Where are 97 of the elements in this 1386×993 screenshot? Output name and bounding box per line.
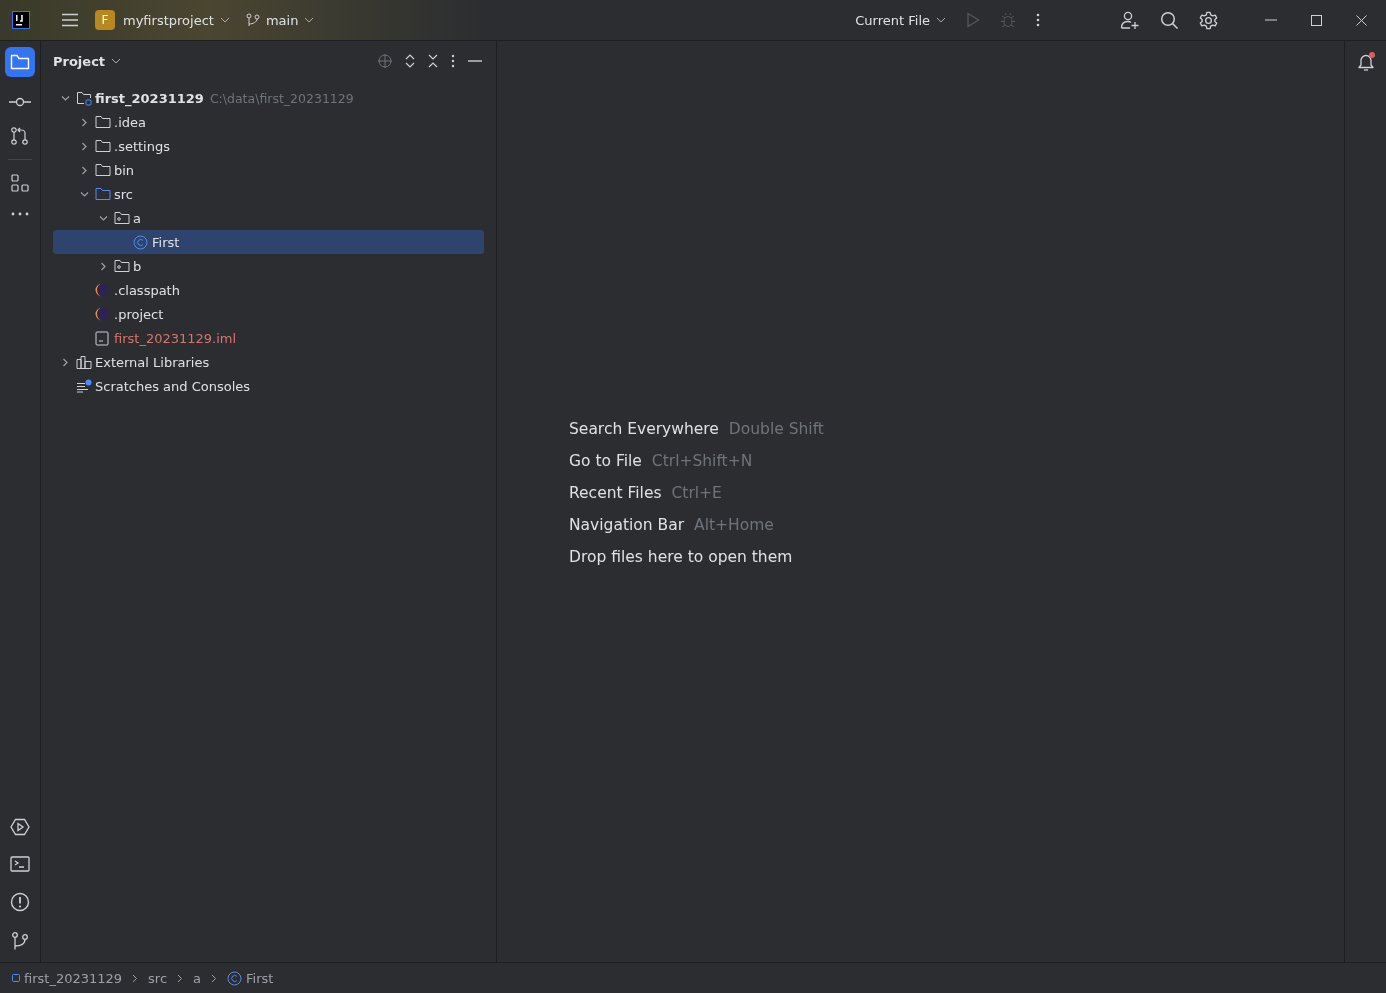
tree-item[interactable]: b [53,254,484,278]
tree-item[interactable]: .classpath [53,278,484,302]
path-hint: C:\data\first_20231129 [209,90,354,106]
project-selector[interactable]: F myfirstproject [89,6,236,34]
project-view-selector[interactable]: Project [47,49,128,73]
close-icon[interactable] [1356,14,1367,26]
chevron-down-icon[interactable] [98,213,108,223]
tree-item[interactable]: .project [53,302,484,326]
run-services-icon[interactable] [10,818,30,836]
tree-item-label: first_20231129 [95,90,204,106]
library-icon [76,355,92,369]
chevron-right-icon[interactable] [98,261,108,271]
caret-icon [219,17,230,23]
breadcrumb[interactable]: first_20231129 [8,967,127,989]
settings-icon[interactable] [1199,10,1218,30]
project-badge: F [95,10,115,30]
tree-item[interactable]: External Libraries [53,350,484,374]
shortcut-text: Alt+Home [694,515,774,534]
tree-item[interactable]: first_20231129 C:\data\first_20231129 [53,86,484,110]
folder-icon [95,139,111,153]
pull-request-icon[interactable] [10,127,30,145]
tree-item[interactable]: first_20231129.iml [53,326,484,350]
tree-item-label: a [133,210,141,226]
folder-icon [10,54,30,70]
shortcut-text: Ctrl+Shift+N [651,451,753,470]
folder-icon [95,163,111,177]
chevron-right-icon[interactable] [79,141,89,151]
chevron-down-icon[interactable] [60,93,70,103]
tree-item[interactable]: bin [53,158,484,182]
chevron-right-icon [211,973,218,983]
chevron-down-icon[interactable] [79,189,89,199]
tree-item-label: Scratches and Consoles [95,378,251,394]
folder-icon [95,187,111,201]
breadcrumb[interactable]: src [144,967,172,989]
hint-label: Navigation Bar [569,515,685,534]
tree-item-label: bin [114,162,135,178]
shortcut-text: Ctrl+E [671,483,722,502]
hint-label: Go to File [569,451,642,470]
hint-label: Drop files here to open them [569,547,793,566]
class-icon [227,970,243,986]
tree-item[interactable]: a [53,206,484,230]
module-icon [12,974,20,982]
search-icon[interactable] [1160,10,1179,30]
chevron-right-icon[interactable] [79,117,89,127]
module-folder-icon [76,90,92,106]
caret-icon [936,17,946,23]
tree-item[interactable]: src [53,182,484,206]
tree-item-label: first_20231129.iml [114,330,237,346]
chevron-right-icon[interactable] [60,357,70,367]
tree-item-label: .project [114,306,164,322]
tree-item[interactable]: .settings [53,134,484,158]
branch-selector[interactable]: main [239,8,321,32]
caret-icon [304,17,315,23]
tree-item[interactable]: Scratches and Consoles [53,374,484,398]
tree-item-label: .idea [114,114,146,130]
shortcut-text: Double Shift [728,419,824,438]
run-configuration-selector[interactable]: Current File [849,8,952,32]
project-tool-button[interactable] [5,47,35,77]
breadcrumb[interactable]: a [189,967,206,989]
file-icon [95,330,109,346]
maximize-icon[interactable] [1311,14,1322,26]
more-icon[interactable] [1036,13,1040,27]
hint-label: Search Everywhere [569,419,719,438]
package-icon [114,211,130,225]
caret-icon [111,58,122,64]
tree-item-label: .classpath [114,282,180,298]
branch-icon [245,13,260,27]
problems-icon[interactable] [10,892,30,912]
expand-all-icon[interactable] [405,54,415,68]
collapse-all-icon[interactable] [428,54,438,68]
eclipse-file-icon [95,307,109,321]
chevron-right-icon[interactable] [79,165,89,175]
chevron-right-icon [177,973,184,983]
terminal-icon[interactable] [10,856,30,872]
tree-item-label: .settings [114,138,170,154]
class-icon [133,234,148,250]
more-icon[interactable] [451,54,455,68]
app-logo-icon [12,11,30,29]
tree-item-label: First [152,234,180,250]
tree-item-label: External Libraries [95,354,210,370]
eclipse-file-icon [95,283,109,297]
folder-icon [95,115,111,129]
tree-item-label: b [133,258,142,274]
scratches-icon [76,379,92,393]
commit-icon[interactable] [9,97,31,107]
more-icon[interactable] [11,212,29,216]
chevron-right-icon [132,973,139,983]
git-branch-icon[interactable] [11,932,29,950]
structure-icon[interactable] [11,174,29,192]
hint-label: Recent Files [569,483,662,502]
breadcrumb[interactable]: First [223,967,278,989]
add-user-icon[interactable] [1120,10,1140,30]
tree-item-label: src [114,186,133,202]
tree-item[interactable]: First [53,230,484,254]
tree-item[interactable]: .idea [53,110,484,134]
package-icon [114,259,130,273]
menu-icon[interactable] [61,13,79,27]
